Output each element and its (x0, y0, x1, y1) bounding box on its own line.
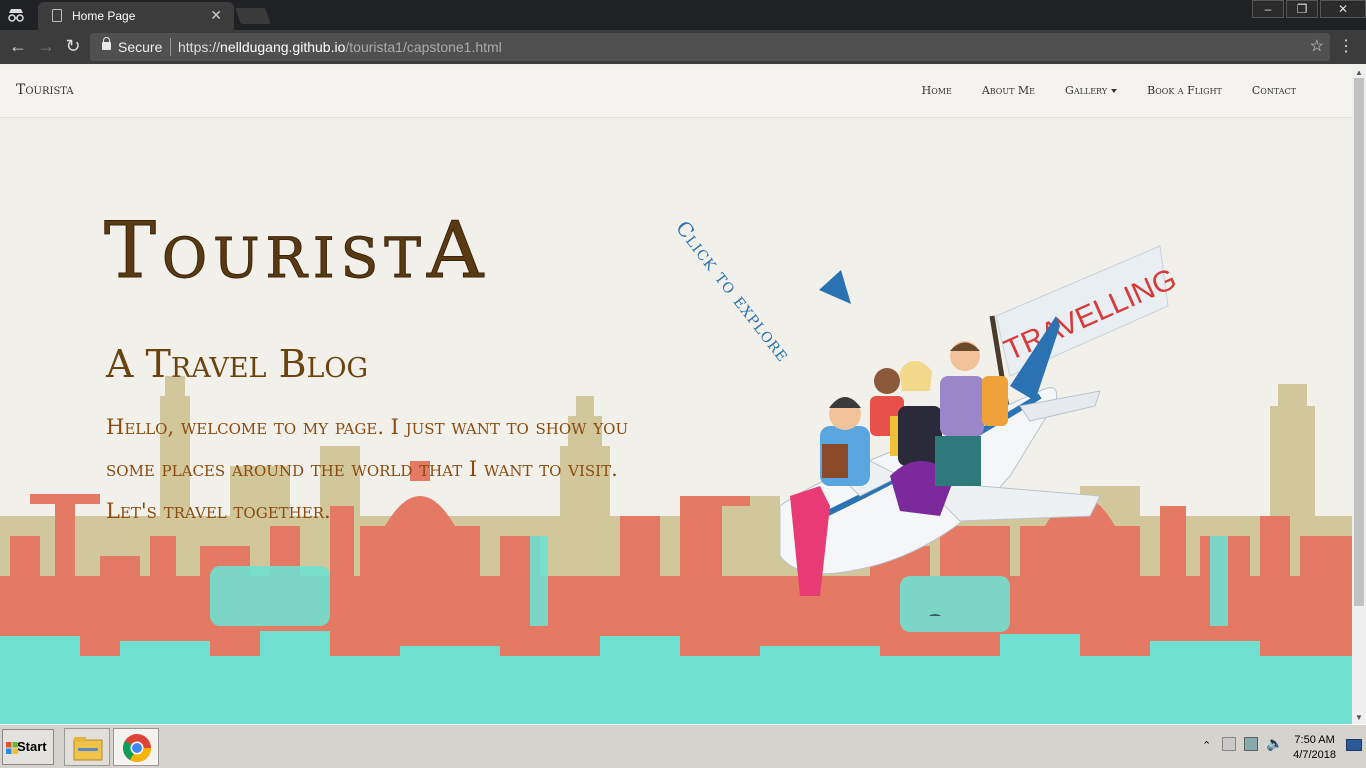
scrollbar-thumb[interactable] (1354, 78, 1364, 606)
address-bar[interactable]: Secure https://nelldugang.github.io/tour… (90, 33, 1330, 61)
action-center-icon[interactable] (1222, 737, 1236, 751)
close-tab-icon[interactable]: ✕ (210, 7, 222, 24)
nav-contact[interactable]: Contact (1252, 84, 1296, 97)
scroll-up-icon[interactable]: ▲ (1355, 68, 1363, 77)
url-text: https://nelldugang.github.io/tourista1/c… (178, 39, 502, 55)
incognito-icon (8, 9, 24, 22)
system-tray: ⌃ 🔈 7:50 AM 4/7/2018 (1186, 727, 1366, 767)
start-button[interactable]: Start (2, 729, 54, 765)
tab-home-page[interactable]: Home Page ✕ (38, 2, 234, 30)
clock-date: 4/7/2018 (1293, 749, 1336, 761)
url-path: /tourista1/capstone1.html (345, 39, 502, 55)
lock-icon (102, 37, 111, 50)
reload-icon[interactable]: ↻ (63, 36, 83, 56)
secure-label: Secure (118, 39, 163, 55)
scroll-down-icon[interactable]: ▼ (1355, 713, 1363, 722)
page-scrollbar[interactable]: ▲ ▼ (1352, 66, 1366, 724)
show-desktop-icon[interactable] (1346, 739, 1362, 751)
window-controls: – ❐ ✕ (1250, 0, 1366, 20)
folder-icon (73, 737, 103, 761)
minimize-icon[interactable]: – (1252, 0, 1284, 18)
hero-welcome-text: Hello, welcome to my page. I just want t… (106, 415, 629, 523)
os-taskbar: Start ⌃ 🔈 7:50 AM 4/7/2018 (0, 724, 1366, 768)
browser-titlebar: Home Page ✕ – ❐ ✕ (0, 0, 1366, 30)
url-scheme: https:// (178, 39, 221, 55)
nav-links: Home About Me Gallery Book a Flight Cont… (922, 84, 1296, 97)
browser-menu-icon[interactable]: ⋮ (1338, 36, 1354, 56)
site-navbar: Tourista Home About Me Gallery Book a Fl… (0, 66, 1352, 118)
taskbar-clock[interactable]: 7:50 AM 4/7/2018 (1293, 733, 1336, 763)
url-host: nelldugang.github.io (220, 39, 346, 55)
page-icon (52, 9, 62, 22)
clock-time: 7:50 AM (1294, 734, 1335, 746)
chrome-icon (123, 734, 151, 762)
forward-icon[interactable]: → (36, 36, 56, 56)
nav-home[interactable]: Home (922, 84, 952, 97)
taskbar-chrome[interactable] (113, 728, 159, 766)
nav-gallery-label: Gallery (1065, 84, 1108, 97)
nav-gallery[interactable]: Gallery (1065, 84, 1118, 97)
site-brand[interactable]: Tourista (16, 82, 74, 98)
browser-toolbar: ← → ↻ Secure https://nelldugang.github.i… (0, 30, 1366, 64)
nav-book-a-flight[interactable]: Book a Flight (1147, 84, 1222, 97)
restore-icon[interactable]: ❐ (1286, 0, 1318, 18)
address-separator (170, 38, 171, 56)
travelers-airplane-illustration: TRAVELLING (779, 245, 1180, 616)
windows-logo-icon (6, 742, 18, 754)
hero-title: TouristA (103, 206, 490, 297)
close-window-icon[interactable]: ✕ (1320, 0, 1366, 18)
volume-icon[interactable]: 🔈 (1266, 735, 1283, 752)
network-icon[interactable] (1244, 737, 1258, 751)
start-label: Start (17, 739, 47, 754)
taskbar-file-explorer[interactable] (64, 728, 110, 766)
hero-subtitle: A Travel Blog (106, 342, 369, 386)
nav-about-me[interactable]: About Me (982, 84, 1035, 97)
back-icon[interactable]: ← (8, 36, 28, 56)
tray-expand-icon[interactable]: ⌃ (1202, 739, 1211, 752)
web-page: Tourista Home About Me Gallery Book a Fl… (0, 66, 1352, 724)
bookmark-star-icon[interactable]: ☆ (1310, 36, 1324, 56)
chevron-down-icon (1111, 89, 1118, 93)
tab-title: Home Page (72, 9, 136, 23)
new-tab-button[interactable] (235, 8, 271, 24)
